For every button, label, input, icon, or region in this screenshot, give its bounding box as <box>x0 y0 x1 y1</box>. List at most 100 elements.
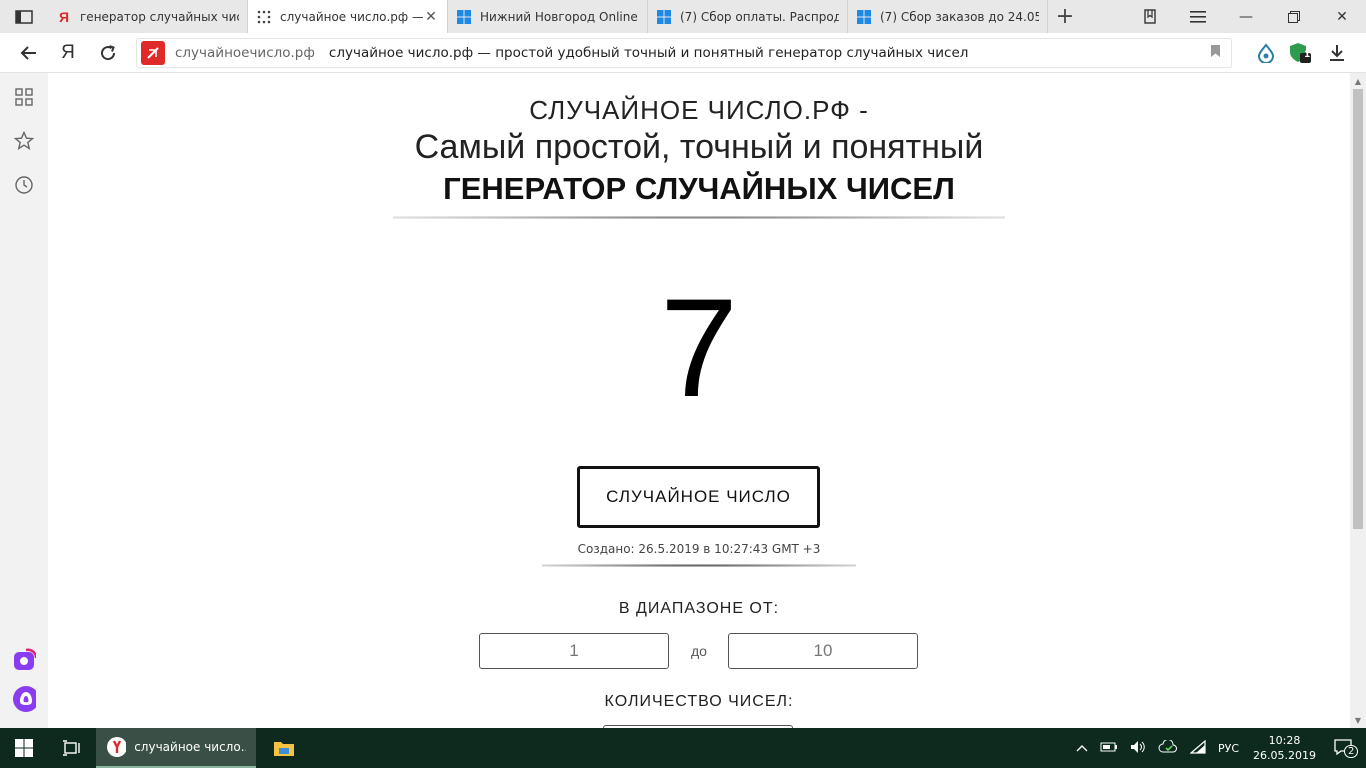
close-icon: ✕ <box>1336 8 1348 25</box>
alice-icon <box>13 686 36 712</box>
yandex-logo-icon: Я <box>61 42 75 63</box>
notification-count: 2 <box>1344 744 1359 758</box>
menu-button[interactable] <box>1174 0 1222 33</box>
tableau-button[interactable] <box>12 85 36 109</box>
range-separator: до <box>691 643 707 659</box>
volume-icon[interactable] <box>1124 740 1152 757</box>
windows-taskbar: случайное число.... РУС 10:28 26.05.2019… <box>0 728 1366 768</box>
address-bar[interactable]: случайноечисло.рф случайное число.рф — п… <box>136 38 1232 68</box>
downloads-button[interactable] <box>1320 33 1354 73</box>
restore-button[interactable] <box>1270 0 1318 33</box>
result-divider <box>542 564 856 567</box>
header-divider <box>393 216 1005 219</box>
station-icon <box>14 648 36 670</box>
range-from-input[interactable] <box>479 633 669 669</box>
new-tab-button[interactable]: + <box>1048 0 1082 33</box>
site-info-icon[interactable] <box>141 41 165 65</box>
history-button[interactable] <box>12 173 36 197</box>
bookmarks-button[interactable] <box>1126 0 1174 33</box>
windows-tile-icon <box>656 9 672 25</box>
yandex-browser-icon <box>107 737 127 757</box>
count-label: КОЛИЧЕСТВО ЧИСЕЛ: <box>604 693 794 710</box>
tab-yandex-search[interactable]: Я генератор случайных чисел <box>48 0 248 33</box>
favorites-button[interactable] <box>12 129 36 153</box>
random-result: 7 <box>660 269 738 426</box>
cloud-sync-icon[interactable] <box>1152 738 1184 757</box>
clock-time: 10:28 <box>1268 734 1301 747</box>
tab-title: случайное число.рф — простой <box>280 9 423 24</box>
tab-nn-online[interactable]: Нижний Новгород Online <box>448 0 648 33</box>
folder-icon <box>274 742 294 756</box>
tabs-panel-icon <box>15 9 33 24</box>
tab-title: генератор случайных чисел <box>80 9 239 24</box>
minimize-button[interactable]: — <box>1222 0 1270 33</box>
reload-button[interactable] <box>88 33 128 73</box>
generate-button[interactable]: СЛУЧАЙНОЕ ЧИСЛО <box>577 466 820 528</box>
bookmarks-icon <box>1144 8 1156 24</box>
tab-title: (7) Сбор заказов до 24.05. <box>880 9 1039 24</box>
back-arrow-icon <box>20 46 36 60</box>
restore-icon <box>1288 10 1300 23</box>
windows-tile-icon <box>856 9 872 25</box>
system-tray: РУС 10:28 26.05.2019 2 <box>1070 728 1366 768</box>
tray-overflow-icon[interactable] <box>1070 742 1094 755</box>
alice-button[interactable] <box>12 686 36 712</box>
page-title: ГЕНЕРАТОР СЛУЧАЙНЫХ ЧИСЕЛ <box>443 171 955 206</box>
navigation-bar: Я случайноечисло.рф случайное число.рф —… <box>0 33 1366 73</box>
drop-shield-icon <box>1257 43 1275 63</box>
browser-sidebar <box>0 73 48 728</box>
back-button[interactable] <box>8 33 48 73</box>
bookmark-icon[interactable] <box>1210 44 1221 62</box>
site-name: СЛУЧАЙНОЕ ЧИСЛО.РФ - <box>529 95 869 125</box>
created-timestamp: Создано: 26.5.2019 в 10:27:43 GMT +3 <box>577 542 821 556</box>
clock[interactable]: 10:28 26.05.2019 <box>1245 733 1324 763</box>
taskbar-app-explorer[interactable] <box>260 728 308 768</box>
scroll-up-icon[interactable]: ▲ <box>1350 73 1366 89</box>
wifi-icon[interactable] <box>1184 739 1212 757</box>
window-controls: — ✕ <box>1126 0 1366 33</box>
clock-icon <box>15 176 33 194</box>
tab-random-number[interactable]: случайное число.рф — простой ✕ <box>248 0 448 33</box>
yandex-icon: Я <box>58 8 70 25</box>
scroll-thumb[interactable] <box>1353 89 1363 529</box>
windows-logo-icon <box>15 739 33 757</box>
site-tagline: Самый простой, точный и понятный <box>414 128 984 166</box>
page-content: СЛУЧАЙНОЕ ЧИСЛО.РФ - Самый простой, точн… <box>48 73 1350 728</box>
star-icon <box>14 131 34 151</box>
range-label: В ДИАПАЗОНЕ ОТ: <box>618 600 780 617</box>
range-to-input[interactable] <box>728 633 918 669</box>
plus-icon: + <box>1055 4 1075 29</box>
dots-grid-icon <box>256 9 272 25</box>
reload-icon <box>101 45 116 61</box>
task-view-button[interactable] <box>48 728 96 768</box>
address-domain: случайноечисло.рф <box>175 45 315 61</box>
close-tab-icon[interactable]: ✕ <box>423 9 439 25</box>
language-indicator[interactable]: РУС <box>1212 742 1245 755</box>
tab-orders[interactable]: (7) Сбор заказов до 24.05. <box>848 0 1048 33</box>
taskbar-app-yandex-browser[interactable]: случайное число.... <box>96 728 256 768</box>
start-button[interactable] <box>0 728 48 768</box>
battery-icon[interactable] <box>1094 741 1124 756</box>
download-icon <box>1330 45 1344 61</box>
tab-title: (7) Сбор оплаты. Распродажа <box>680 9 839 24</box>
yandex-home-button[interactable]: Я <box>48 33 88 73</box>
taskbar-app-title: случайное число.... <box>134 740 246 754</box>
task-view-icon <box>63 740 80 756</box>
notifications-button[interactable]: 2 <box>1324 738 1366 758</box>
clock-date: 26.05.2019 <box>1253 749 1316 762</box>
protect-extension-button[interactable] <box>1249 33 1283 73</box>
page-scrollbar[interactable]: ▲ ▼ <box>1350 73 1366 728</box>
hamburger-icon <box>1190 10 1206 23</box>
windows-tile-icon <box>456 9 472 25</box>
close-window-button[interactable]: ✕ <box>1318 0 1366 33</box>
grid-icon <box>15 88 33 106</box>
tab-title: Нижний Новгород Online <box>480 9 638 24</box>
scroll-down-icon[interactable]: ▼ <box>1350 712 1366 728</box>
tab-bar: Я генератор случайных чисел случайное чи… <box>0 0 1366 33</box>
tabs-panel-button[interactable] <box>0 0 48 33</box>
address-page-title: случайное число.рф — простой удобный точ… <box>328 45 969 61</box>
extension-badge: 1 <box>1304 50 1311 60</box>
station-button[interactable] <box>12 647 36 671</box>
tab-payment[interactable]: (7) Сбор оплаты. Распродажа <box>648 0 848 33</box>
adblock-extension-button[interactable]: 1 <box>1283 33 1317 73</box>
